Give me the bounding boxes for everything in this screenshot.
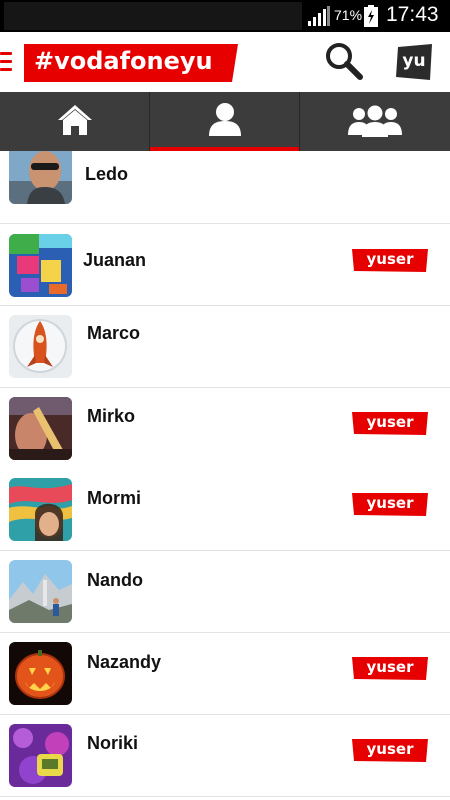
avatar	[9, 724, 72, 787]
yuser-badge: yuser	[352, 412, 428, 435]
home-icon	[58, 105, 92, 135]
list-item[interactable]: Nando	[0, 551, 450, 633]
yuser-badge: yuser	[352, 739, 428, 762]
contact-name: Nazandy	[87, 652, 162, 672]
tab-profile[interactable]	[150, 92, 299, 151]
yuser-badge-label: yuser	[366, 494, 414, 512]
menu-icon[interactable]	[0, 52, 12, 72]
contact-name: Juanan	[83, 250, 147, 270]
list-item[interactable]: Ledo	[0, 151, 450, 224]
battery-percent: 71%	[334, 7, 363, 23]
tab-home[interactable]	[0, 92, 149, 151]
yuser-badge-label: yuser	[366, 250, 414, 268]
yuser-badge: yuser	[352, 657, 428, 680]
avatar	[9, 315, 72, 378]
contact-name: Marco	[87, 323, 141, 343]
contact-name: Ledo	[85, 164, 128, 184]
contact-name: Noriki	[87, 733, 139, 753]
tab-groups[interactable]	[300, 92, 450, 151]
status-bar: 71% 17:43	[0, 0, 450, 32]
avatar	[9, 234, 72, 297]
avatar	[9, 397, 72, 460]
avatar	[9, 478, 72, 541]
yuser-badge-label: yuser	[366, 413, 414, 431]
search-button[interactable]	[322, 40, 368, 84]
vodafoneyu-logo: #vodafoneyu	[24, 44, 238, 82]
avatar	[9, 642, 72, 705]
yuser-badge: yuser	[352, 249, 428, 272]
app-bar: #vodafoneyu yu	[0, 32, 450, 92]
contact-name: Mirko	[87, 406, 136, 426]
yuser-badge-label: yuser	[366, 740, 414, 758]
avatar	[9, 560, 72, 623]
yu-button[interactable]: yu	[396, 44, 432, 80]
logo-text: #vodafoneyu	[34, 47, 213, 75]
group-icon	[348, 105, 402, 137]
list-item[interactable]: Juanan yuser	[0, 224, 450, 306]
list-item[interactable]: Nazandy yuser	[0, 633, 450, 715]
list-item[interactable]: Mirko yuser	[0, 388, 450, 470]
search-icon	[326, 43, 363, 80]
list-item[interactable]: Noriki yuser	[0, 715, 450, 797]
contact-name: Nando	[87, 570, 143, 590]
battery-charging-icon	[364, 5, 378, 27]
user-icon	[209, 103, 241, 136]
avatar	[9, 151, 72, 204]
contact-list[interactable]: Ledo Juanan yuser Marco Mirko yuser Morm…	[0, 151, 450, 800]
yu-button-label: yu	[402, 51, 426, 71]
list-item[interactable]: Marco	[0, 306, 450, 388]
list-item[interactable]: Mormi yuser	[0, 469, 450, 551]
signal-icon	[308, 6, 330, 26]
yuser-badge-label: yuser	[366, 658, 414, 676]
notification-area	[4, 2, 302, 30]
tab-bar	[0, 92, 450, 151]
contact-name: Mormi	[87, 488, 141, 508]
clock: 17:43	[386, 3, 439, 26]
yuser-badge: yuser	[352, 493, 428, 516]
